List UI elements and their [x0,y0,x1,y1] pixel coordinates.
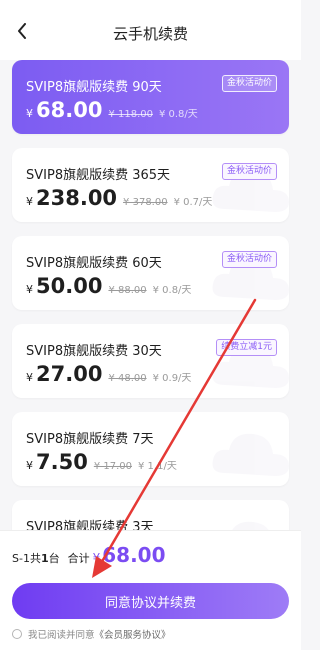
agreement-checkbox[interactable] [12,629,22,639]
per-day-price: ¥ 0.9/天 [152,373,192,384]
price-amount: 7.50 [36,450,88,474]
original-price: ¥ 17.00 [93,461,132,472]
price-amount: 50.00 [36,274,103,298]
cloud-watermark-icon [212,433,289,476]
price-amount: 27.00 [36,362,103,386]
plan-card-30d[interactable]: SVIP8旗舰版续费 30天 续费立减1元 ¥ 27.00 ¥ 48.00 ¥ … [12,324,289,398]
plan-name: SVIP8旗舰版续费 30天 [26,344,162,359]
plan-price: ¥ 238.00 ¥ 378.00 ¥ 0.7/天 [26,186,212,210]
currency-symbol: ¥ [26,371,33,384]
original-price: ¥ 118.00 [108,109,153,120]
original-price: ¥ 378.00 [123,197,168,208]
original-price: ¥ 48.00 [108,373,147,384]
price-amount: 68.00 [36,98,103,122]
per-day-price: ¥ 0.8/天 [152,285,192,296]
nav-header: 云手机续费 [0,0,301,60]
plan-card-3d[interactable]: SVIP8旗舰版续费 3天 [12,500,289,530]
plan-card-365d[interactable]: SVIP8旗舰版续费 365天 金秋活动价 ¥ 238.00 ¥ 378.00 … [12,148,289,222]
promo-badge: 金秋活动价 [221,163,277,180]
agree-and-renew-button[interactable]: 同意协议并续费 [12,583,289,619]
plan-card-90d[interactable]: SVIP8旗舰版续费 90天 金秋活动价 ¥ 68.00 ¥ 118.00 ¥ … [12,60,289,134]
original-price: ¥ 88.00 [108,285,147,296]
back-button[interactable] [14,21,30,41]
currency-symbol: ¥ [26,195,33,208]
plan-price: ¥ 50.00 ¥ 88.00 ¥ 0.8/天 [26,274,191,298]
plan-price: ¥ 27.00 ¥ 48.00 ¥ 0.9/天 [26,362,191,386]
per-day-price: ¥ 0.8/天 [158,109,198,120]
currency-symbol: ¥ [26,459,33,472]
plan-name: SVIP8旗舰版续费 3天 [26,520,154,530]
plan-name: SVIP8旗舰版续费 365天 [26,168,171,183]
promo-badge: 金秋活动价 [221,75,277,92]
page-title: 云手机续费 [112,24,188,43]
plan-name: SVIP8旗舰版续费 7天 [26,432,154,447]
promo-badge: 金秋活动价 [221,251,277,268]
plan-card-60d[interactable]: SVIP8旗舰版续费 60天 金秋活动价 ¥ 50.00 ¥ 88.00 ¥ 0… [12,236,289,310]
cloud-watermark-icon [232,521,269,530]
total-amount: 68.00 [102,543,166,567]
device-count: S-1共1台 [12,552,60,565]
checkout-footer: S-1共1台 合计 ¥ 68.00 同意协议并续费 我已阅读并同意 《会员服务协… [0,530,301,650]
promo-badge: 续费立减1元 [216,339,277,356]
currency-symbol: ¥ [26,107,33,120]
currency-symbol: ¥ [26,283,33,296]
plan-list[interactable]: SVIP8旗舰版续费 90天 金秋活动价 ¥ 68.00 ¥ 118.00 ¥ … [0,60,301,530]
per-day-price: ¥ 0.7/天 [173,197,213,208]
membership-agreement-link[interactable]: 《会员服务协议》 [95,627,171,641]
plan-name: SVIP8旗舰版续费 90天 [26,80,162,95]
chevron-left-icon [18,23,26,39]
agreement-text: 我已阅读并同意 [28,630,95,641]
plan-price: ¥ 68.00 ¥ 118.00 ¥ 0.8/天 [26,98,198,122]
price-amount: 238.00 [36,186,118,210]
plan-price: ¥ 7.50 ¥ 17.00 ¥ 1.1/天 [26,450,177,474]
plan-card-7d[interactable]: SVIP8旗舰版续费 7天 ¥ 7.50 ¥ 17.00 ¥ 1.1/天 [12,412,289,486]
total-label: 合计 [67,552,90,565]
plan-name: SVIP8旗舰版续费 60天 [26,256,162,271]
per-day-price: ¥ 1.1/天 [138,461,177,472]
order-summary: S-1共1台 合计 ¥ 68.00 [12,543,166,567]
total-currency: ¥ [92,551,101,565]
agreement-row: 我已阅读并同意 《会员服务协议》 [12,627,171,641]
